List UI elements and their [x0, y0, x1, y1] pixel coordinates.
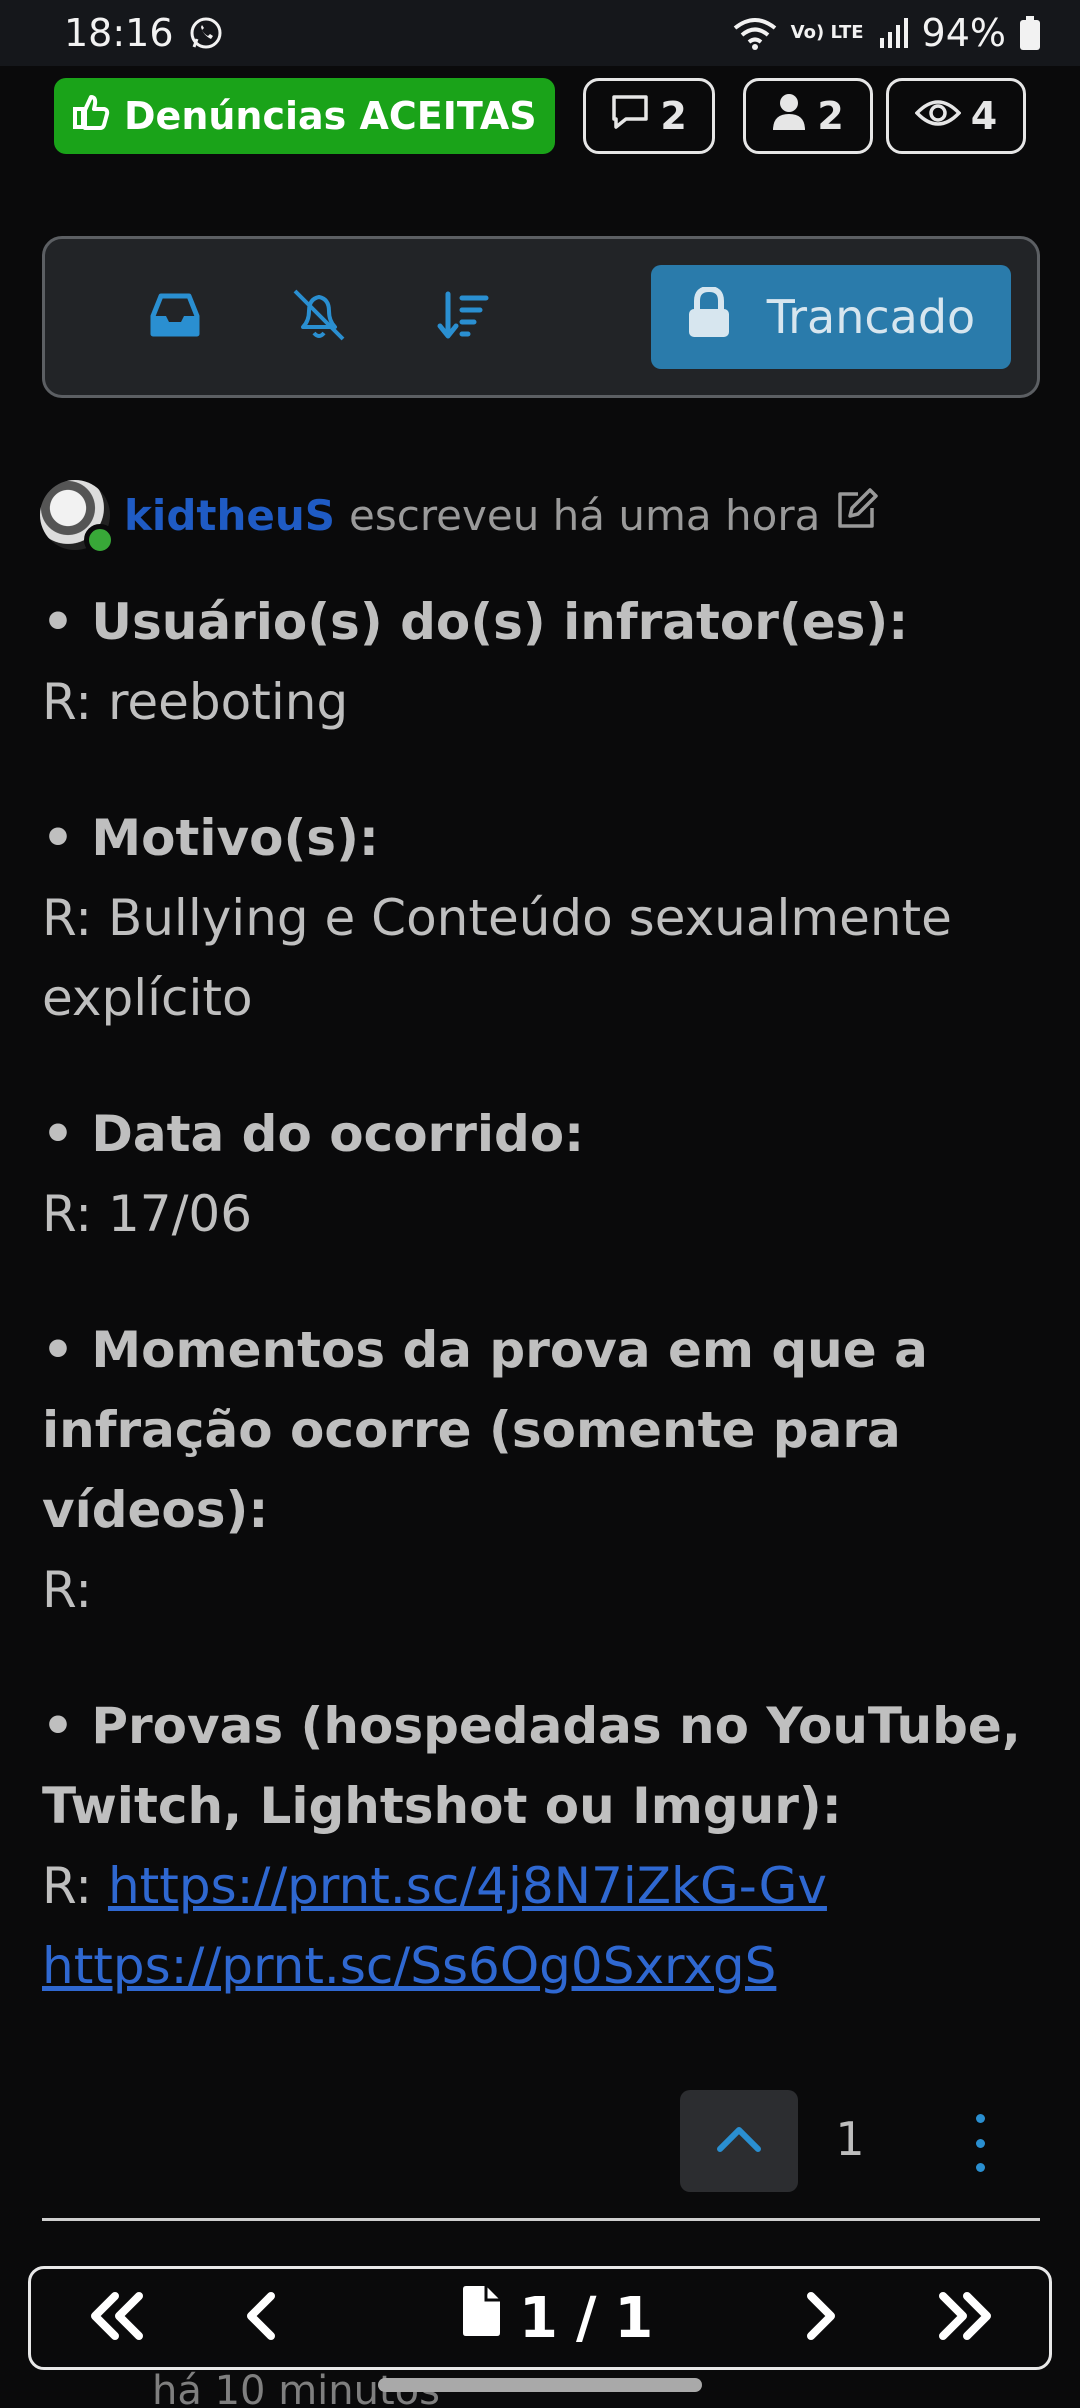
previous-page-button[interactable]	[211, 2269, 311, 2367]
post-author[interactable]: kidtheuS	[124, 491, 335, 540]
inbox-button[interactable]	[115, 267, 235, 367]
home-indicator[interactable]	[378, 2378, 702, 2392]
battery-icon	[1020, 16, 1040, 50]
dot	[975, 2138, 985, 2148]
evidence-link-1[interactable]: https://prnt.sc/4j8N7iZkG-Gv	[108, 1857, 827, 1915]
page-indicator[interactable]: 1 / 1	[461, 2269, 653, 2367]
posts-count-stat: 2	[582, 78, 715, 154]
user-icon	[771, 93, 807, 140]
status-time: 18:16	[64, 11, 174, 55]
question: • Data do ocorrido:	[42, 1105, 585, 1163]
question: • Usuário(s) do(s) infrator(es):	[42, 593, 909, 651]
category-badge[interactable]: Denúncias ACEITAS	[54, 78, 555, 154]
comment-icon	[610, 93, 650, 140]
field-date: • Data do ocorrido: R: 17/06	[42, 1094, 1042, 1254]
topic-stats-bar: Denúncias ACEITAS 2 2 4	[54, 76, 1026, 156]
sort-icon	[436, 290, 490, 345]
upvote-button[interactable]	[680, 2090, 798, 2192]
answer: R: https://prnt.sc/4j8N7iZkG-Gv	[42, 1846, 1042, 1926]
thumbs-up-icon	[72, 92, 112, 141]
whatsapp-icon	[188, 15, 224, 51]
views-count-stat: 4	[886, 78, 1026, 154]
page-separator: /	[575, 2285, 597, 2351]
double-chevron-left-icon	[85, 2291, 147, 2346]
question: • Motivo(s):	[42, 809, 379, 867]
online-status-dot	[84, 524, 116, 556]
signal-icon	[878, 18, 908, 48]
bell-slash-icon	[289, 287, 349, 348]
answer: R: 17/06	[42, 1185, 253, 1243]
battery-percent: 94%	[921, 11, 1006, 55]
evidence-link-2[interactable]: https://prnt.sc/Ss6Og0SxrxgS	[42, 1937, 776, 1995]
dot	[975, 2114, 985, 2123]
category-label: Denúncias ACEITAS	[124, 94, 537, 138]
status-bar: 18:16 Vo) LTE 94%	[0, 0, 1080, 66]
post-content: • Usuário(s) do(s) infrator(es): R: reeb…	[42, 582, 1042, 2062]
current-page: 1	[519, 2285, 558, 2351]
answer: R:	[42, 1561, 93, 1619]
field-reasons: • Motivo(s): R: Bullying e Conteúdo sexu…	[42, 798, 1042, 1038]
field-moments: • Momentos da prova em que a infração oc…	[42, 1310, 1042, 1630]
chevron-left-icon	[241, 2291, 281, 2346]
locked-label: Trancado	[766, 290, 976, 344]
locked-button[interactable]: Trancado	[651, 265, 1011, 369]
avatar[interactable]	[40, 480, 116, 556]
pagination-bar: 1 / 1	[28, 2266, 1052, 2370]
edit-icon[interactable]	[834, 488, 879, 542]
vote-count: 1	[835, 2112, 865, 2166]
field-evidence: • Provas (hospedadas no YouTube, Twitch,…	[42, 1686, 1042, 2006]
first-page-button[interactable]	[61, 2269, 171, 2367]
wifi-icon	[733, 16, 777, 50]
last-page-button[interactable]	[911, 2269, 1021, 2367]
total-pages: 1	[614, 2285, 654, 2351]
answer-line-2: https://prnt.sc/Ss6Og0SxrxgS	[42, 1926, 1042, 2006]
chevron-right-icon	[801, 2291, 841, 2346]
chevron-up-icon	[716, 2125, 762, 2158]
dot	[975, 2163, 985, 2172]
answer: R: reebo­ting	[42, 673, 349, 731]
posters-count: 2	[817, 94, 844, 138]
posts-count: 2	[660, 94, 687, 138]
question: • Momentos da prova em que a infração oc…	[42, 1321, 928, 1539]
topic-toolbar: Trancado	[42, 236, 1040, 398]
answer: R: Bullying e Conteúdo sexualmente explí…	[42, 889, 952, 1027]
status-time-group: 18:16	[64, 11, 224, 55]
post-header: kidtheuS escreveu há uma hora	[40, 480, 879, 556]
views-count: 4	[970, 94, 998, 138]
status-right: Vo) LTE 94%	[733, 11, 1040, 55]
field-offenders: • Usuário(s) do(s) infrator(es): R: reeb…	[42, 582, 1042, 742]
answer-prefix: R:	[42, 1857, 108, 1915]
next-page-button[interactable]	[771, 2269, 871, 2367]
volte-indicator: Vo) LTE	[790, 22, 864, 43]
mute-notifications-button[interactable]	[259, 267, 379, 367]
post-meta[interactable]: escreveu há uma hora	[349, 491, 820, 540]
sort-button[interactable]	[403, 267, 523, 367]
double-chevron-right-icon	[935, 2291, 997, 2346]
file-icon	[461, 2285, 501, 2351]
more-options-button[interactable]	[960, 2108, 1000, 2178]
inbox-icon	[149, 292, 201, 343]
posters-count-stat: 2	[742, 78, 873, 154]
eye-icon	[914, 94, 962, 138]
question: • Provas (hospedadas no YouTube, Twitch,…	[42, 1697, 1021, 1835]
divider	[42, 2218, 1040, 2221]
lock-icon	[687, 285, 731, 348]
